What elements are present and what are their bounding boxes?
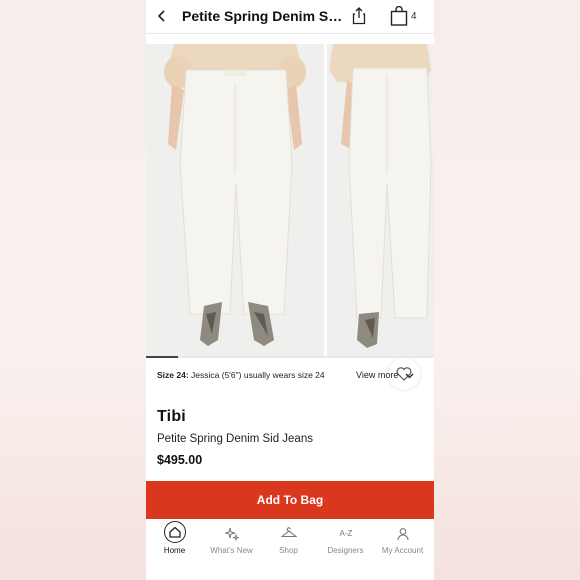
nav-item-designers[interactable]: A-Z Designers — [317, 519, 374, 580]
product-price: $495.00 — [157, 453, 203, 467]
gallery-progress-track — [146, 356, 434, 358]
view-more-link[interactable]: View more — [356, 370, 414, 380]
nav-label: My Account — [381, 546, 424, 555]
svg-text:A-Z: A-Z — [339, 529, 352, 538]
top-bar: Petite Spring Denim Sid Jeans 4 — [146, 0, 434, 34]
nav-label: Designers — [327, 546, 364, 555]
chevron-down-icon — [405, 373, 414, 379]
person-icon — [396, 528, 409, 541]
nav-label: Shop — [279, 546, 298, 555]
nav-item-shop[interactable]: Shop — [260, 519, 317, 580]
product-photo-front[interactable] — [146, 44, 324, 358]
size-label: Size 24: — [157, 370, 189, 380]
view-more-label: View more — [356, 370, 399, 380]
nav-label: What's New — [210, 546, 253, 555]
sparkle-icon — [224, 527, 239, 541]
shopping-bag-button[interactable] — [390, 5, 408, 26]
bottom-nav: Home What's New Shop A-Z Designers My Ac… — [146, 519, 434, 580]
product-photo-back[interactable] — [327, 44, 434, 358]
product-gallery[interactable] — [146, 44, 434, 390]
hanger-icon — [280, 527, 297, 538]
shopping-bag-icon — [390, 5, 408, 26]
chevron-left-icon — [157, 10, 165, 22]
gallery-progress-indicator — [146, 356, 178, 358]
share-button[interactable] — [352, 7, 366, 25]
page-title: Petite Spring Denim Sid Jeans — [182, 8, 344, 24]
product-page: Petite Spring Denim Sid Jeans 4 — [146, 0, 434, 580]
nav-item-whats-new[interactable]: What's New — [203, 519, 260, 580]
nav-label: Home — [163, 546, 186, 555]
share-icon — [352, 7, 366, 25]
bag-count-badge: 4 — [411, 11, 417, 22]
a-z-icon: A-Z — [339, 529, 352, 538]
add-to-bag-button[interactable]: Add To Bag — [146, 481, 434, 519]
brand-name[interactable]: Tibi — [157, 408, 186, 426]
home-icon — [168, 526, 181, 538]
size-model-text: Jessica (5'6") usually wears size 24 — [191, 370, 325, 380]
nav-item-home[interactable]: Home — [146, 519, 203, 580]
product-name: Petite Spring Denim Sid Jeans — [157, 433, 313, 445]
back-button[interactable] — [154, 7, 170, 25]
nav-item-my-account[interactable]: My Account — [374, 519, 431, 580]
